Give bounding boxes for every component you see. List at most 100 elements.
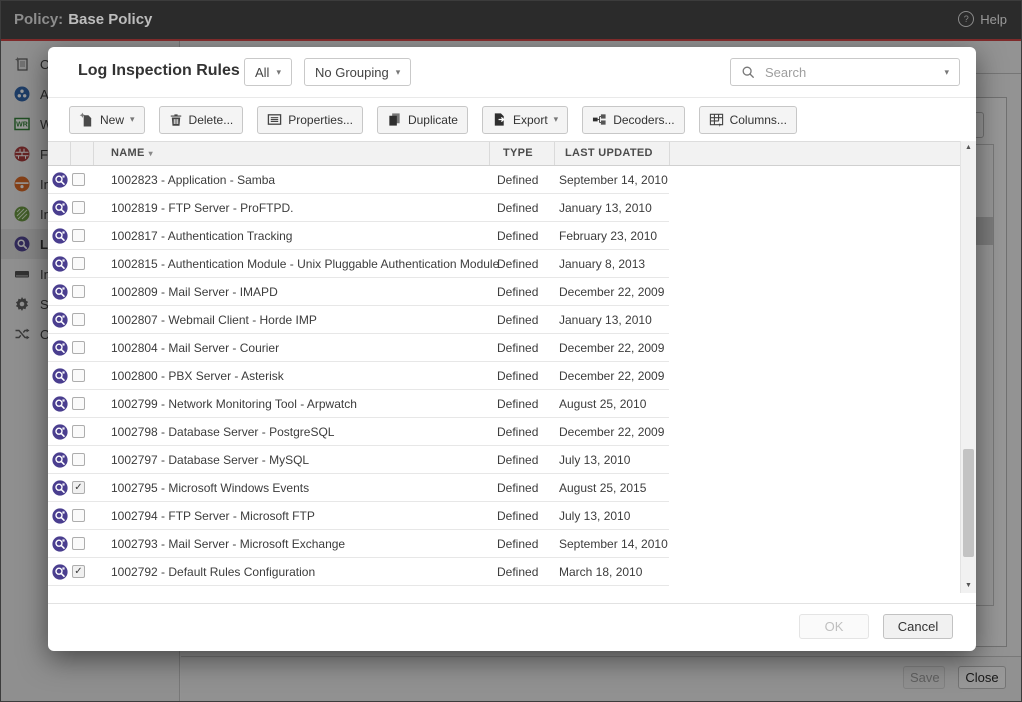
column-header-type[interactable]: TYPE: [503, 147, 533, 159]
scroll-down-icon[interactable]: [961, 579, 976, 593]
table-row[interactable]: 1002809 - Mail Server - IMAPDDefinedDece…: [48, 278, 960, 306]
dialog-title: Log Inspection Rules: [78, 62, 240, 80]
column-separator: [669, 142, 670, 165]
row-checkbox[interactable]: [72, 425, 85, 438]
table-row[interactable]: 1002817 - Authentication TrackingDefined…: [48, 222, 960, 250]
filter-dropdown[interactable]: All: [244, 58, 292, 86]
ok-button[interactable]: OK: [799, 614, 869, 639]
rule-name: 1002794 - FTP Server - Microsoft FTP: [111, 509, 315, 523]
decoders-button[interactable]: Decoders...: [582, 106, 684, 134]
new-button[interactable]: New: [69, 106, 145, 134]
rule-type: Defined: [497, 481, 538, 495]
rule-type: Defined: [497, 285, 538, 299]
chevron-down-icon: [276, 68, 281, 77]
rule-last-updated: January 13, 2010: [559, 201, 652, 215]
app-window: Policy:Base Policy ? Help OverviewAnti-M…: [0, 0, 1022, 702]
rule-last-updated: January 8, 2013: [559, 257, 645, 271]
rule-name: 1002795 - Microsoft Windows Events: [111, 481, 309, 495]
button-label: Export: [513, 113, 548, 127]
scrollbar-thumb[interactable]: [963, 449, 974, 557]
rule-icon: [52, 200, 68, 216]
dialog-header: Log Inspection Rules All No Grouping: [48, 47, 976, 98]
row-checkbox[interactable]: [72, 565, 85, 578]
column-header-last-updated[interactable]: LAST UPDATED: [565, 147, 653, 159]
rule-type: Defined: [497, 509, 538, 523]
rule-last-updated: February 23, 2010: [559, 229, 657, 243]
rule-name: 1002807 - Webmail Client - Horde IMP: [111, 313, 317, 327]
cancel-button[interactable]: Cancel: [883, 614, 953, 639]
filter-dropdown-value: All: [255, 65, 269, 80]
search-box: [730, 58, 960, 86]
row-checkbox[interactable]: [72, 313, 85, 326]
rule-name: 1002815 - Authentication Module - Unix P…: [111, 257, 499, 271]
help-button[interactable]: ? Help: [958, 11, 1007, 27]
row-checkbox[interactable]: [72, 173, 85, 186]
rule-last-updated: December 22, 2009: [559, 369, 664, 383]
row-checkbox[interactable]: [72, 201, 85, 214]
rule-last-updated: September 14, 2010: [559, 537, 668, 551]
row-checkbox[interactable]: [72, 453, 85, 466]
table-row[interactable]: 1002807 - Webmail Client - Horde IMP Defi…: [48, 306, 960, 334]
column-header-name[interactable]: NAME: [111, 147, 153, 159]
table-row[interactable]: 1002804 - Mail Server - CourierDefinedDe…: [48, 334, 960, 362]
rule-icon: [52, 256, 68, 272]
column-separator: [93, 142, 94, 165]
row-checkbox[interactable]: [72, 257, 85, 270]
table-row[interactable]: 1002823 - Application - SambaDefinedSept…: [48, 166, 960, 194]
row-checkbox[interactable]: [72, 229, 85, 242]
rule-icon: [52, 228, 68, 244]
delete-icon: [169, 113, 183, 127]
rule-type: Defined: [497, 425, 538, 439]
chevron-down-icon: [554, 115, 559, 124]
rule-last-updated: August 25, 2015: [559, 481, 646, 495]
table-row[interactable]: 1002793 - Mail Server - Microsoft Exchan…: [48, 530, 960, 558]
row-checkbox[interactable]: [72, 481, 85, 494]
search-input[interactable]: [763, 64, 936, 81]
table-row[interactable]: 1002792 - Default Rules Configuration Def…: [48, 558, 960, 586]
row-checkbox[interactable]: [72, 509, 85, 522]
help-label: Help: [980, 12, 1007, 27]
row-checkbox[interactable]: [72, 397, 85, 410]
rule-type: Defined: [497, 313, 538, 327]
table-scrollbar[interactable]: [960, 141, 976, 593]
table-row[interactable]: 1002794 - FTP Server - Microsoft FTP Defi…: [48, 502, 960, 530]
delete-button[interactable]: Delete...: [159, 106, 244, 134]
rule-icon: [52, 284, 68, 300]
rule-last-updated: December 22, 2009: [559, 341, 664, 355]
rule-type: Defined: [497, 201, 538, 215]
row-checkbox[interactable]: [72, 341, 85, 354]
row-checkbox[interactable]: [72, 537, 85, 550]
properties-button[interactable]: Properties...: [257, 106, 363, 134]
rule-icon: [52, 536, 68, 552]
table-row[interactable]: 1002798 - Database Server - PostgreSQLDe…: [48, 418, 960, 446]
rule-name: 1002800 - PBX Server - Asterisk: [111, 369, 284, 383]
export-button[interactable]: Export: [482, 106, 568, 134]
dialog-toolbar: New Delete... Properties... Duplicate Export…: [48, 98, 976, 141]
rule-type: Defined: [497, 341, 538, 355]
table-row[interactable]: 1002797 - Database Server - MySQLDefined…: [48, 446, 960, 474]
rule-type: Defined: [497, 453, 538, 467]
properties-icon: [267, 112, 282, 127]
button-label: Decoders...: [613, 113, 674, 127]
rule-type: Defined: [497, 565, 538, 579]
rule-type: Defined: [497, 229, 538, 243]
search-icon: [741, 65, 755, 79]
grouping-dropdown[interactable]: No Grouping: [304, 58, 411, 86]
columns-button[interactable]: Columns...: [699, 106, 797, 134]
table-row[interactable]: 1002815 - Authentication Module - Unix P…: [48, 250, 960, 278]
table-row[interactable]: 1002800 - PBX Server - AsteriskDefinedDe…: [48, 362, 960, 390]
rule-name: 1002792 - Default Rules Configuration: [111, 565, 315, 579]
scroll-up-icon[interactable]: [961, 141, 976, 155]
table-row[interactable]: 1002819 - FTP Server - ProFTPD.DefinedJa…: [48, 194, 960, 222]
chevron-down-icon: [396, 68, 401, 77]
search-dropdown-icon[interactable]: [944, 68, 949, 77]
row-checkbox[interactable]: [72, 285, 85, 298]
columns-icon: [709, 112, 724, 127]
duplicate-button[interactable]: Duplicate: [377, 106, 468, 134]
table-row[interactable]: 1002799 - Network Monitoring Tool - Arpw…: [48, 390, 960, 418]
app-header: Policy:Base Policy ? Help: [1, 1, 1021, 41]
rules-table-body: 1002823 - Application - SambaDefinedSept…: [48, 166, 960, 586]
rule-icon: [52, 480, 68, 496]
table-row[interactable]: 1002795 - Microsoft Windows Events Define…: [48, 474, 960, 502]
row-checkbox[interactable]: [72, 369, 85, 382]
